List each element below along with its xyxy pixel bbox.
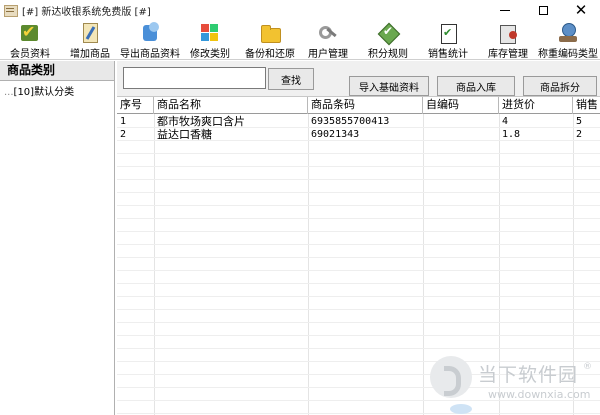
export-icon xyxy=(139,22,161,43)
watermark-url: www.downxia.com xyxy=(488,388,591,401)
search-toolbar: 查找 导入基础资料 商品入库 商品拆分 xyxy=(117,61,600,97)
row-divider xyxy=(117,140,600,141)
sales-clipboard-icon xyxy=(437,22,459,44)
watermark: 当下软件园 ® www.downxia.com xyxy=(430,352,600,415)
search-button[interactable]: 查找 xyxy=(268,68,314,90)
weighing-icon xyxy=(557,22,579,43)
toolbar-add-product-button[interactable]: 增加商品 xyxy=(66,20,114,60)
toolbar-label: 备份和还原 xyxy=(245,49,295,60)
toolbar-weighing-code-button[interactable]: 称重编码类型 xyxy=(538,20,598,60)
minimize-icon xyxy=(500,9,510,11)
tree-item-label: [10]默认分类 xyxy=(13,87,75,98)
toolbar-backup-restore-button[interactable]: 备份和还原 xyxy=(242,20,298,60)
toolbar-modify-category-button[interactable]: 修改类别 xyxy=(186,20,234,60)
row-divider xyxy=(117,244,600,245)
search-input[interactable] xyxy=(123,67,266,89)
toolbar-points-rule-button[interactable]: 积分规则 xyxy=(364,20,412,60)
row-divider xyxy=(117,283,600,284)
toolbar-label: 称重编码类型 xyxy=(538,49,598,60)
toolbar-label: 用户管理 xyxy=(308,49,348,60)
column-divider xyxy=(423,114,424,415)
window-controls: ✕ xyxy=(486,0,600,20)
row-divider xyxy=(117,348,600,349)
toolbar-user-management-button[interactable]: 用户管理 xyxy=(304,20,352,60)
toolbar-label: 销售统计 xyxy=(428,49,468,60)
toolbar-label: 增加商品 xyxy=(70,49,110,60)
tree-item-default-category[interactable]: ...[10]默认分类 xyxy=(0,83,114,98)
window-title: [#] 新达收银系统免费版 [#] xyxy=(22,6,151,18)
minimize-button[interactable] xyxy=(486,0,524,20)
maximize-icon xyxy=(538,5,548,15)
stock-icon xyxy=(497,22,519,44)
title-bar: [#] 新达收银系统免费版 [#] ✕ xyxy=(0,0,600,20)
stock-in-button[interactable]: 商品入库 xyxy=(437,76,515,96)
toolbar-stock-management-button[interactable]: 库存管理 xyxy=(484,20,532,60)
row-divider xyxy=(117,179,600,180)
category-panel: 商品类别 ...[10]默认分类 xyxy=(0,61,115,415)
row-divider xyxy=(117,231,600,232)
toolbar-member-info-button[interactable]: 会员资料 xyxy=(6,20,54,60)
user-keys-icon xyxy=(317,22,339,43)
row-divider xyxy=(117,127,600,128)
column-header-barcode[interactable]: 商品条码 xyxy=(308,97,423,114)
row-divider xyxy=(117,335,600,336)
toolbar-sales-stats-button[interactable]: 销售统计 xyxy=(424,20,472,60)
toolbar-label: 库存管理 xyxy=(488,49,528,60)
toolbar: 会员资料 增加商品 导出商品资料 修改类别 备份和还原 用户管理 积分规则 销售… xyxy=(0,20,600,60)
column-header-index[interactable]: 序号 xyxy=(117,97,154,114)
column-header-sale-price[interactable]: 销售 xyxy=(573,97,600,114)
row-divider xyxy=(117,322,600,323)
close-button[interactable]: ✕ xyxy=(562,0,600,20)
row-divider xyxy=(117,270,600,271)
toolbar-label: 积分规则 xyxy=(368,49,408,60)
column-header-custom-code[interactable]: 自编码 xyxy=(423,97,499,114)
row-divider xyxy=(117,153,600,154)
modify-category-icon xyxy=(199,22,221,43)
watermark-registered-mark: ® xyxy=(583,362,592,372)
column-header-cost-price[interactable]: 进货价 xyxy=(499,97,573,114)
row-divider xyxy=(117,205,600,206)
table-header: 序号 商品名称 商品条码 自编码 进货价 销售 xyxy=(117,97,600,114)
watermark-text: 当下软件园 xyxy=(478,364,579,386)
column-header-name[interactable]: 商品名称 xyxy=(154,97,308,114)
member-icon xyxy=(19,22,41,43)
row-divider xyxy=(117,166,600,167)
close-icon: ✕ xyxy=(574,0,588,19)
row-divider xyxy=(117,296,600,297)
column-divider xyxy=(308,114,309,415)
toolbar-label: 导出商品资料 xyxy=(120,49,180,60)
row-divider xyxy=(117,309,600,310)
points-rule-icon xyxy=(377,22,399,43)
row-divider xyxy=(117,257,600,258)
row-divider xyxy=(117,218,600,219)
toolbar-label: 会员资料 xyxy=(10,49,50,60)
watermark-logo-icon xyxy=(430,356,472,398)
row-divider xyxy=(117,192,600,193)
toolbar-export-products-button[interactable]: 导出商品资料 xyxy=(120,20,180,60)
watermark-decoration xyxy=(450,404,472,414)
split-product-button[interactable]: 商品拆分 xyxy=(523,76,597,96)
import-basic-data-button[interactable]: 导入基础资料 xyxy=(349,76,429,96)
add-product-icon xyxy=(79,22,101,43)
tree-connector: ... xyxy=(4,87,14,98)
toolbar-label: 修改类别 xyxy=(190,49,230,60)
backup-folder-icon xyxy=(259,22,281,43)
category-panel-header: 商品类别 xyxy=(0,61,114,81)
column-divider xyxy=(154,114,155,415)
maximize-button[interactable] xyxy=(524,0,562,20)
app-icon xyxy=(3,3,18,17)
